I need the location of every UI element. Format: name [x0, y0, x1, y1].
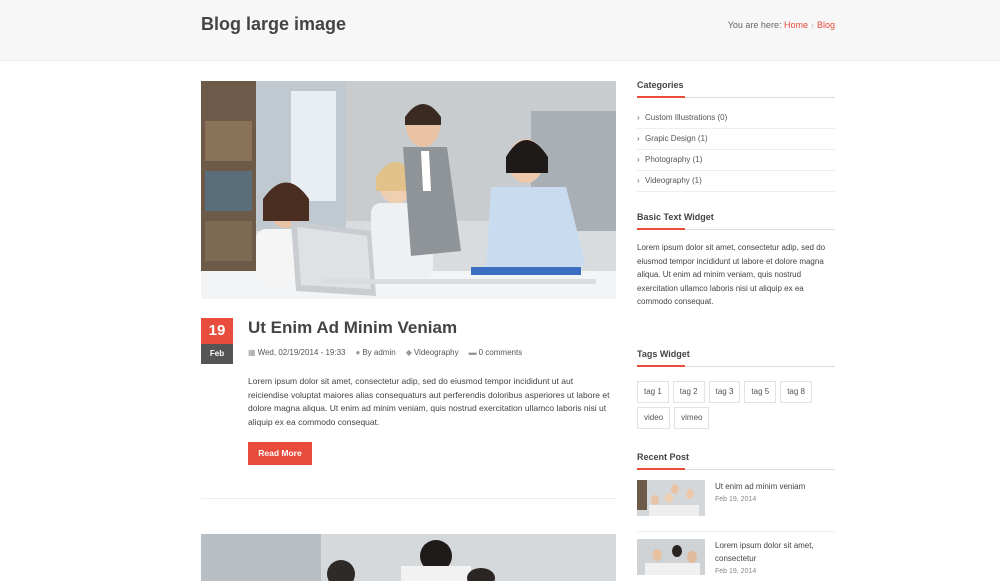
- read-more-button[interactable]: Read More: [248, 442, 312, 465]
- tag-icon: ◆: [405, 348, 412, 357]
- category-label[interactable]: Custom Illustrations (0): [645, 108, 727, 128]
- page-title: Blog large image: [201, 14, 347, 34]
- category-item[interactable]: › Videography (1): [637, 171, 835, 192]
- comment-icon: ▬: [468, 348, 477, 357]
- recent-post-thumbnail-image: [637, 539, 705, 575]
- categories-widget-title: Categories: [637, 80, 684, 90]
- office-team-photo: [201, 81, 616, 299]
- post-category-text[interactable]: Videography: [414, 348, 459, 357]
- post-date-day: 19: [201, 318, 233, 344]
- text-widget-title-underline: [637, 228, 835, 230]
- tag-link[interactable]: tag 8: [780, 381, 812, 403]
- chevron-right-icon: ›: [637, 155, 640, 164]
- post-featured-image[interactable]: [201, 81, 616, 299]
- post-category-meta[interactable]: ◆ Videography: [406, 348, 459, 357]
- breadcrumb-separator: ›: [810, 20, 814, 30]
- categories-title-underline: [637, 96, 835, 98]
- categories-list: › Custom Illustrations (0) › Grapic Design…: [637, 108, 835, 192]
- recent-post-thumbnail-image: [637, 480, 705, 516]
- post-author-text[interactable]: By admin: [362, 348, 395, 357]
- recent-post-item[interactable]: Lorem ipsum dolor sit amet, consectetur …: [637, 539, 835, 581]
- post-comments-meta[interactable]: ▬ 0 comments: [469, 348, 523, 357]
- breadcrumb-home-link[interactable]: Home: [784, 20, 808, 30]
- chevron-right-icon: ›: [637, 113, 640, 122]
- recent-post-thumbnail[interactable]: [637, 539, 705, 575]
- post-author-meta[interactable]: ● By admin: [355, 348, 395, 357]
- category-label[interactable]: Grapic Design (1): [645, 129, 708, 149]
- category-item[interactable]: › Photography (1): [637, 150, 835, 171]
- category-item[interactable]: › Grapic Design (1): [637, 129, 835, 150]
- chevron-right-icon: ›: [637, 134, 640, 143]
- post-excerpt: Lorem ipsum dolor sit amet, consectetur …: [248, 376, 610, 427]
- tags-title-underline: [637, 365, 835, 367]
- tags-cloud: tag 1 tag 2 tag 3 tag 5 tag 8 video vime…: [637, 381, 835, 429]
- tags-widget-title: Tags Widget: [637, 349, 690, 359]
- recent-post-title[interactable]: Ut enim ad minim veniam: [715, 481, 835, 494]
- page-header: Blog large image You are here: Home › Blog: [0, 0, 1000, 61]
- recent-post-title-underline: [637, 468, 835, 470]
- recent-post-thumbnail[interactable]: [637, 480, 705, 516]
- recent-post-item[interactable]: Ut enim ad minim veniam Feb 19, 2014: [637, 480, 835, 532]
- breadcrumb-prefix: You are here:: [727, 20, 782, 30]
- user-icon: ●: [355, 348, 361, 357]
- calendar-icon: ▦: [248, 348, 256, 357]
- tag-link[interactable]: tag 1: [637, 381, 669, 403]
- post-date-meta: ▦ Wed, 02/19/2014 - 19:33: [248, 348, 345, 357]
- tag-link[interactable]: tag 3: [708, 381, 741, 403]
- post-date-badge: 19 Feb: [201, 318, 233, 364]
- recent-post-widget-title: Recent Post: [637, 452, 690, 462]
- category-label[interactable]: Videography (1): [645, 171, 702, 191]
- post-title[interactable]: Ut Enim Ad Minim Veniam: [248, 318, 457, 338]
- post-meta: ▦ Wed, 02/19/2014 - 19:33 ● By admin ◆ V…: [248, 348, 522, 357]
- recent-post-date: Feb 19, 2014: [715, 496, 757, 503]
- post-date-text: Wed, 02/19/2014 - 19:33: [257, 348, 346, 357]
- text-widget-title: Basic Text Widget: [637, 212, 714, 222]
- tag-link[interactable]: tag 2: [672, 381, 705, 403]
- meeting-photo: [201, 534, 616, 581]
- tag-link[interactable]: tag 5: [744, 381, 777, 403]
- chevron-right-icon: ›: [637, 176, 640, 185]
- post-comments-text[interactable]: 0 comments: [479, 348, 523, 357]
- next-post-image[interactable]: [201, 534, 616, 581]
- tag-link[interactable]: vimeo: [674, 407, 710, 429]
- category-label[interactable]: Photography (1): [645, 150, 702, 170]
- category-item[interactable]: › Custom Illustrations (0): [637, 108, 835, 129]
- breadcrumb-current-link[interactable]: Blog: [817, 20, 835, 30]
- recent-post-title[interactable]: Lorem ipsum dolor sit amet, consectetur: [715, 540, 835, 565]
- post-divider: [201, 498, 616, 499]
- tag-link[interactable]: video: [637, 407, 671, 429]
- text-widget-body: Lorem ipsum dolor sit amet, consectetur …: [637, 243, 826, 306]
- breadcrumb: You are here: Home › Blog: [728, 20, 835, 30]
- recent-post-date: Feb 19, 2014: [715, 568, 757, 575]
- post-date-month: Feb: [201, 344, 233, 364]
